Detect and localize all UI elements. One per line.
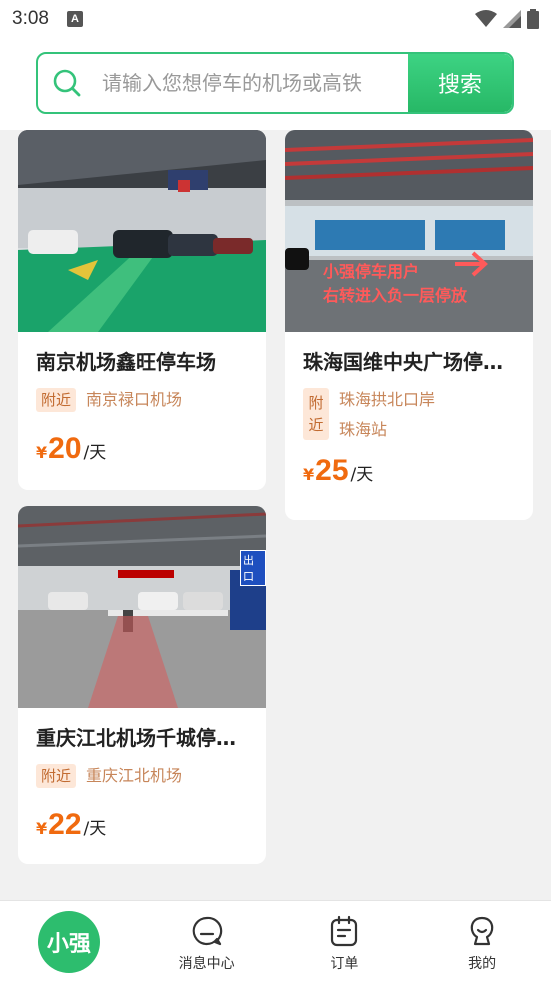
search-input[interactable] [82,54,408,112]
near-places: 南京禄口机场 [86,388,182,418]
near-places: 珠海拱北口岸 珠海站 [339,388,435,448]
search-header: 搜索 [0,38,551,130]
price-symbol: ¥ [303,465,315,484]
near-place: 珠海拱北口岸 [339,390,436,409]
signal-icon [503,10,521,28]
tab-label: 订单 [330,956,359,972]
tab-label: 消息中心 [178,956,235,972]
price-row: ¥ 22 /天 [36,808,248,842]
tab-home[interactable]: 小强 [0,901,138,981]
notification-icon: A [66,11,83,27]
price-unit: /天 [83,819,107,839]
price-value: 25 [315,454,349,487]
listing-photo: 出口 [18,506,266,708]
search-button[interactable]: 搜索 [408,54,512,112]
photo-caption-line: 右转进入负一层停放 [323,286,468,305]
exit-sign: 出口 [240,550,266,586]
near-place: 重庆江北机场 [86,766,183,785]
listing-card[interactable]: 小强停车用户 右转进入负一层停放 珠海国维中央广场停车… 附近 珠海拱北口岸 珠… [285,130,533,520]
listing-feed[interactable]: 南京机场鑫旺停车场 附近 南京禄口机场 ¥ 20 /天 小强停车用户 右转进入负… [0,130,551,900]
profile-icon [470,916,494,946]
wifi-icon [475,10,497,27]
status-time: 3:08 [12,8,49,29]
tab-orders[interactable]: 订单 [276,901,414,981]
status-icons [475,9,539,29]
listing-card[interactable]: 南京机场鑫旺停车场 附近 南京禄口机场 ¥ 20 /天 [18,130,266,490]
price-unit: /天 [350,465,374,485]
status-bar: 3:08 A [0,0,551,38]
tab-messages[interactable]: 消息中心 [138,901,276,981]
listing-photo [18,130,266,332]
near-place: 珠海站 [339,420,388,439]
bottom-tab-bar: 小强 消息中心 订单 我的 [0,900,551,981]
listing-title: 南京机场鑫旺停车场 [36,350,216,374]
right-arrow-icon [455,251,488,277]
price-symbol: ¥ [36,443,48,462]
near-badge: 附近 [36,388,77,412]
battery-icon [527,9,539,29]
photo-caption-line: 小强停车用户 [323,262,420,281]
tab-profile[interactable]: 我的 [413,901,551,981]
home-logo[interactable]: 小强 [37,911,100,973]
tab-label: 我的 [468,956,497,972]
near-row: 附近 珠海拱北口岸 珠海站 [303,388,515,448]
price-row: ¥ 20 /天 [36,432,248,466]
near-badge: 附近 [303,388,329,440]
search-box: 搜索 [36,52,514,114]
search-icon [53,69,81,97]
near-badge: 附近 [36,764,77,788]
listing-title: 重庆江北机场千城停车… [36,726,248,750]
price-row: ¥ 25 /天 [303,454,515,488]
price-unit: /天 [83,443,107,463]
listing-card[interactable]: 出口 重庆江北机场千城停车… 附近 重庆江北机场 ¥ 22 /天 [18,506,266,864]
listing-title: 珠海国维中央广场停车… [303,350,515,374]
photo-caption: 小强停车用户 右转进入负一层停放 [323,260,467,308]
price-value: 22 [48,808,82,841]
message-icon [192,916,222,946]
near-places: 重庆江北机场 [86,764,182,794]
price-symbol: ¥ [36,819,48,838]
price-value: 20 [48,432,82,465]
listing-photo: 小强停车用户 右转进入负一层停放 [285,130,533,332]
near-row: 附近 南京禄口机场 [36,388,248,418]
near-row: 附近 重庆江北机场 [36,764,248,794]
near-place: 南京禄口机场 [86,390,183,409]
order-icon [331,915,358,947]
